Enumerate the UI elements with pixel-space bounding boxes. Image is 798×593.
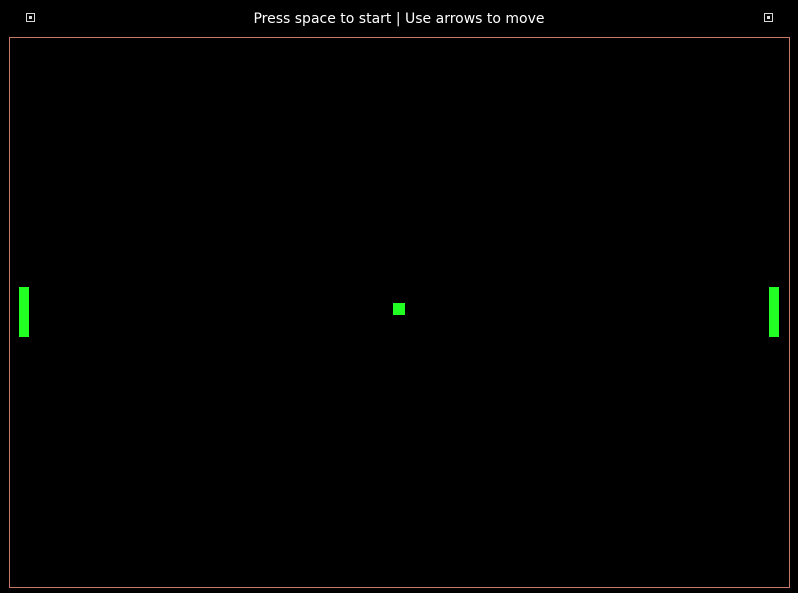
game-court[interactable] (9, 37, 790, 588)
right-score-indicator-icon (764, 13, 773, 22)
right-score-dot (767, 16, 770, 19)
ball (393, 303, 405, 315)
right-paddle (769, 287, 779, 337)
status-text: Press space to start | Use arrows to mov… (253, 11, 545, 27)
left-paddle (19, 287, 29, 337)
game-header: Press space to start | Use arrows to mov… (0, 0, 798, 37)
